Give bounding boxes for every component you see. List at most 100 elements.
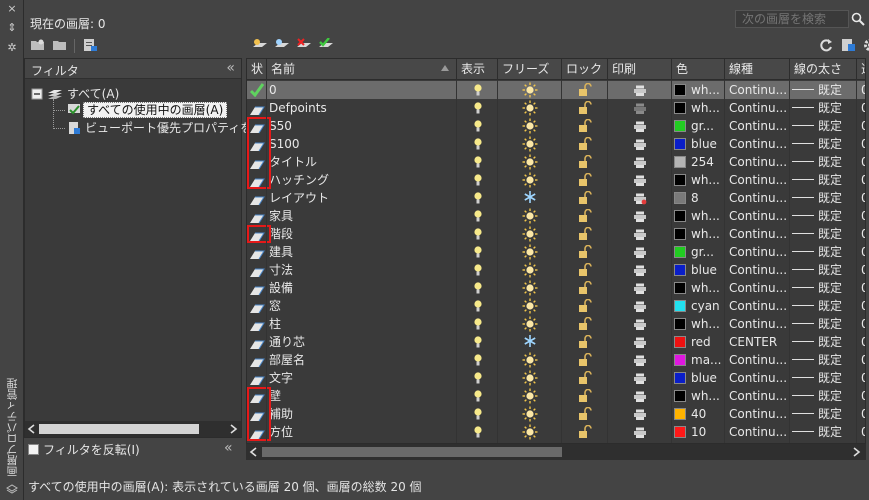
printer-icon[interactable] [608,351,672,369]
layer-name[interactable]: 部屋名 [267,351,457,369]
layer-row[interactable]: 設備 wh... Continu... 既定 0 [247,279,865,297]
layer-transparency[interactable]: 0 [857,99,865,117]
layer-color[interactable]: wh... [672,387,725,405]
layer-row[interactable]: 部屋名 ma...Continu... 既定 0 [247,351,865,369]
layer-row[interactable]: S100 blue Continu... 既定 0 [247,135,865,153]
lightbulb-icon[interactable] [457,261,498,279]
color-swatch[interactable] [674,336,686,348]
grid-horizontal-scrollbar[interactable] [246,444,866,460]
padlock-open-icon[interactable] [562,423,608,441]
color-swatch[interactable] [674,372,686,384]
layer-linetype[interactable]: Continu... [725,315,790,333]
layer-lineweight[interactable]: 既定 [790,153,857,171]
layer-linetype[interactable]: Continu... [725,369,790,387]
layer-name[interactable]: 階段 [267,225,457,243]
layer-lineweight[interactable]: 既定 [790,225,857,243]
layer-lineweight[interactable]: 既定 [790,135,857,153]
sun-icon[interactable] [498,135,562,153]
printer-icon[interactable] [608,225,672,243]
printer-icon[interactable] [608,207,672,225]
collapse-filter-button[interactable]: « [224,440,233,456]
sun-icon[interactable] [498,171,562,189]
scroll-thumb[interactable] [39,424,199,434]
layer-linetype[interactable]: Continu... [725,207,790,225]
layer-transparency[interactable]: 0 [857,225,865,243]
printer-icon[interactable] [608,423,672,441]
layer-transparency[interactable]: 0 [857,369,865,387]
printer-icon[interactable] [608,81,672,99]
snowflake-icon[interactable] [498,333,562,351]
snowflake-icon[interactable] [498,189,562,207]
new-layer-icon[interactable] [252,38,268,52]
scroll-right-icon[interactable] [228,424,238,434]
layer-transparency[interactable]: 0 [857,189,865,207]
layer-transparency[interactable]: 0 [857,387,865,405]
layer-row[interactable]: Defpoints wh... Continu... 既定 0 [247,99,865,117]
layer-linetype[interactable]: Continu... [725,405,790,423]
layer-name[interactable]: タイトル [267,153,457,171]
layer-row[interactable]: 通り芯 red CENTER 既定 0 [247,333,865,351]
tree-item-used-layers[interactable]: すべての使用中の画層(A) [83,101,228,119]
lightbulb-icon[interactable] [457,297,498,315]
color-swatch[interactable] [674,426,686,438]
sun-icon[interactable] [498,81,562,99]
printer-icon[interactable] [608,405,672,423]
padlock-open-icon[interactable] [562,171,608,189]
sun-icon[interactable] [498,351,562,369]
close-icon[interactable]: × [0,3,24,15]
printer-icon[interactable] [608,153,672,171]
printer-icon[interactable] [608,261,672,279]
printer-icon[interactable] [608,243,672,261]
layer-lineweight[interactable]: 既定 [790,171,857,189]
printer-icon[interactable] [608,135,672,153]
layer-status-icon[interactable] [247,261,267,279]
auto-hide-icon[interactable]: ⇕ [0,22,24,34]
layer-row[interactable]: 家具 wh... Continu... 既定 0 [247,207,865,225]
layer-row[interactable]: S50 gr... Continu... 既定 0 [247,117,865,135]
search-icon[interactable] [851,12,865,26]
layer-row[interactable]: 方位 10 Continu... 既定 0 [247,423,865,441]
refresh-icon[interactable] [818,38,834,52]
sun-icon[interactable] [498,369,562,387]
new-layer-vp-frozen-icon[interactable] [274,38,290,52]
layer-linetype[interactable]: Continu... [725,135,790,153]
padlock-open-icon[interactable] [562,405,608,423]
layer-lineweight[interactable]: 既定 [790,351,857,369]
layer-lineweight[interactable]: 既定 [790,261,857,279]
sun-icon[interactable] [498,315,562,333]
layer-status-icon[interactable] [247,351,267,369]
color-swatch[interactable] [674,354,686,366]
color-swatch[interactable] [674,300,686,312]
new-group-filter-icon[interactable] [52,38,68,52]
lightbulb-icon[interactable] [457,153,498,171]
color-swatch[interactable] [674,318,686,330]
color-swatch[interactable] [674,408,686,420]
new-property-filter-icon[interactable] [30,38,46,52]
padlock-open-icon[interactable] [562,315,608,333]
lightbulb-icon[interactable] [457,189,498,207]
layer-color[interactable]: blue [672,261,725,279]
layer-color[interactable]: 254 [672,153,725,171]
layer-linetype[interactable]: Continu... [725,153,790,171]
lightbulb-icon[interactable] [457,423,498,441]
color-swatch[interactable] [674,156,686,168]
lightbulb-icon[interactable] [457,171,498,189]
tree-collapse-icon[interactable] [31,88,43,100]
layer-transparency[interactable]: 0 [857,117,865,135]
color-swatch[interactable] [674,138,686,150]
padlock-open-icon[interactable] [562,387,608,405]
layer-linetype[interactable]: Continu... [725,189,790,207]
layer-row[interactable]: 柱 wh... Continu... 既定 0 [247,315,865,333]
layer-search-input[interactable] [735,10,849,28]
lightbulb-icon[interactable] [457,405,498,423]
layer-linetype[interactable]: Continu... [725,387,790,405]
layer-status-icon[interactable] [247,99,267,117]
sun-icon[interactable] [498,387,562,405]
layer-lineweight[interactable]: 既定 [790,315,857,333]
padlock-open-icon[interactable] [562,81,608,99]
invert-filter-checkbox[interactable]: フィルタを反転(I) [28,442,140,458]
padlock-open-icon[interactable] [562,117,608,135]
layer-linetype[interactable]: Continu... [725,243,790,261]
layer-color[interactable]: gr... [672,243,725,261]
layer-linetype[interactable]: Continu... [725,225,790,243]
